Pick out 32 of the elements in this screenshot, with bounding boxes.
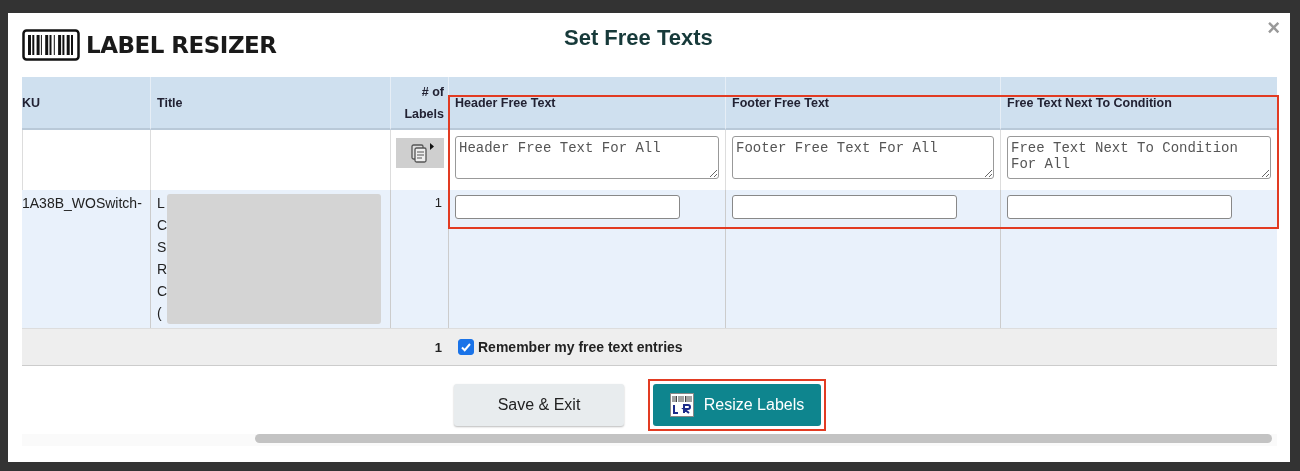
copy-button[interactable] <box>396 138 444 168</box>
column-header: Footer Free Text <box>732 95 829 110</box>
total-count: 1 <box>434 339 442 355</box>
column-header: KU <box>22 95 41 110</box>
sku-cell: 1A38B_WOSwitch- <box>22 195 142 211</box>
title-fragment: L <box>157 195 166 211</box>
title-fragment: C <box>157 283 169 299</box>
input-field[interactable] <box>455 195 680 219</box>
text-area[interactable]: Header Free Text For All <box>455 136 719 179</box>
text-area[interactable]: Free Text Next To Condition For All <box>1007 136 1271 179</box>
title-fragment: S <box>157 239 168 255</box>
label-count: 1 <box>434 195 442 210</box>
barcode-icon <box>22 29 80 61</box>
checkbox-label: Remember my free text entries <box>478 339 683 355</box>
input-field[interactable] <box>1007 195 1232 219</box>
close-button[interactable]: × <box>1267 17 1280 39</box>
logo-text: LABEL RESIZER <box>86 32 277 58</box>
title-fragment: C <box>157 217 169 233</box>
barcode-icon <box>669 393 694 417</box>
title-fragment: ( <box>157 305 163 321</box>
text-area[interactable]: Footer Free Text For All <box>732 136 994 179</box>
checkbox[interactable] <box>458 339 474 355</box>
input-field[interactable] <box>732 195 957 219</box>
dialog-title: Set Free Texts <box>564 25 713 51</box>
save-button[interactable]: Save & Exit <box>454 384 624 426</box>
column-header: # of Labels <box>403 83 444 123</box>
resize-button[interactable]: Resize Labels <box>653 384 821 426</box>
column-header: Title <box>157 95 183 110</box>
title-fragment: R <box>157 261 169 277</box>
column-header: Header Free Text <box>455 95 556 110</box>
scrollbar[interactable] <box>255 434 1272 443</box>
column-header: Free Text Next To Condition <box>1007 95 1172 110</box>
